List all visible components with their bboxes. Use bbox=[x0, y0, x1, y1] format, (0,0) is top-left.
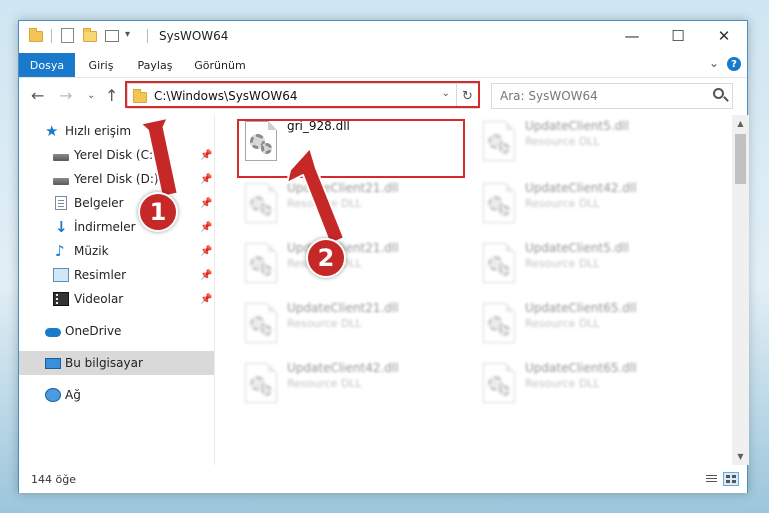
step-1-badge: 1 bbox=[138, 192, 178, 232]
annotation-arrows bbox=[139, 116, 345, 245]
arrow-2 bbox=[286, 147, 345, 245]
arrow-1 bbox=[139, 116, 179, 198]
step-2-badge: 2 bbox=[306, 238, 346, 278]
